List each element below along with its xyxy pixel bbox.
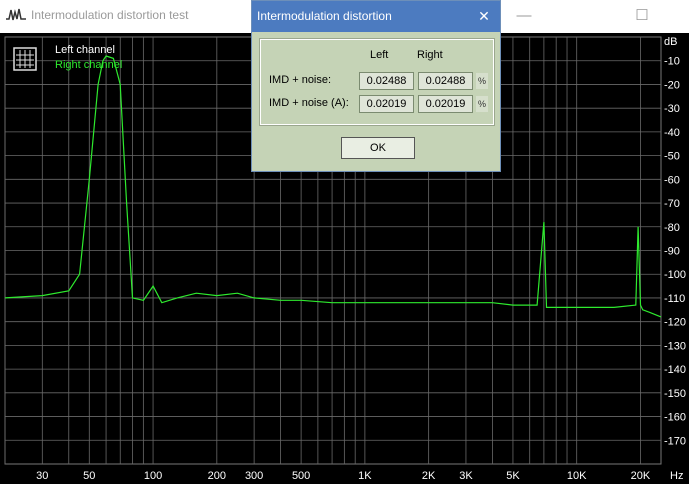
y-tick-label: -80	[664, 222, 680, 234]
window-title: Intermodulation distortion test	[31, 8, 189, 22]
y-tick-label: -130	[664, 340, 686, 352]
column-header-left: Left	[370, 49, 389, 61]
maximize-button[interactable]: ☐	[619, 0, 665, 33]
imd-noise-a-left-field[interactable]: 0.02019	[359, 95, 414, 113]
imd-noise-left-field[interactable]: 0.02488	[359, 72, 414, 90]
y-tick-label: -10	[664, 56, 680, 68]
imd-noise-label: IMD + noise:	[269, 74, 332, 86]
y-tick-label: -140	[664, 364, 686, 376]
y-tick-label: -100	[664, 269, 686, 281]
y-tick-label: -40	[664, 127, 680, 139]
imd-noise-a-label: IMD + noise (A):	[269, 97, 349, 109]
dialog-close-button[interactable]: ✕	[468, 1, 500, 32]
app-icon	[6, 8, 26, 21]
imd-noise-a-right-field[interactable]: 0.02019	[418, 95, 473, 113]
y-tick-label: -170	[664, 435, 686, 447]
x-tick-label: 10K	[567, 470, 587, 482]
x-tick-label: 3K	[459, 470, 473, 482]
y-tick-label: -110	[664, 293, 685, 305]
ok-button[interactable]: OK	[341, 137, 415, 159]
percent-unit: %	[476, 96, 488, 112]
y-tick-label: -70	[664, 198, 680, 210]
results-group: Left Right IMD + noise: 0.02488 0.02488 …	[259, 38, 495, 126]
y-tick-label: -120	[664, 317, 686, 329]
y-tick-label: -60	[664, 174, 680, 186]
legend-right-channel: Right channel	[55, 59, 123, 71]
y-tick-label: -30	[664, 103, 680, 115]
y-tick-label: -90	[664, 246, 680, 258]
x-tick-label: 2K	[422, 470, 436, 482]
y-tick-label: -160	[664, 412, 686, 424]
minimize-button[interactable]: —	[501, 0, 547, 33]
dialog-title: Intermodulation distortion	[257, 9, 392, 23]
x-tick-label: 100	[144, 470, 162, 482]
x-tick-label: 30	[36, 470, 48, 482]
x-unit-label: Hz	[670, 470, 683, 482]
y-tick-label: -150	[664, 388, 686, 400]
dialog-titlebar: Intermodulation distortion ✕	[252, 1, 500, 32]
imd-dialog: Intermodulation distortion ✕ Left Right …	[251, 0, 501, 172]
column-header-right: Right	[417, 49, 443, 61]
percent-unit: %	[476, 73, 488, 89]
y-unit-label: dB	[664, 36, 677, 48]
x-tick-label: 50	[83, 470, 95, 482]
legend-left-channel: Left channel	[55, 44, 115, 56]
x-tick-label: 20K	[631, 470, 651, 482]
y-tick-label: -50	[664, 151, 680, 163]
x-tick-label: 5K	[506, 470, 520, 482]
x-tick-label: 500	[292, 470, 310, 482]
x-tick-label: 200	[208, 470, 226, 482]
x-tick-label: 300	[245, 470, 263, 482]
y-tick-label: -20	[664, 79, 680, 91]
grid-toggle-icon[interactable]	[13, 47, 37, 71]
x-tick-label: 1K	[358, 470, 372, 482]
imd-noise-right-field[interactable]: 0.02488	[418, 72, 473, 90]
